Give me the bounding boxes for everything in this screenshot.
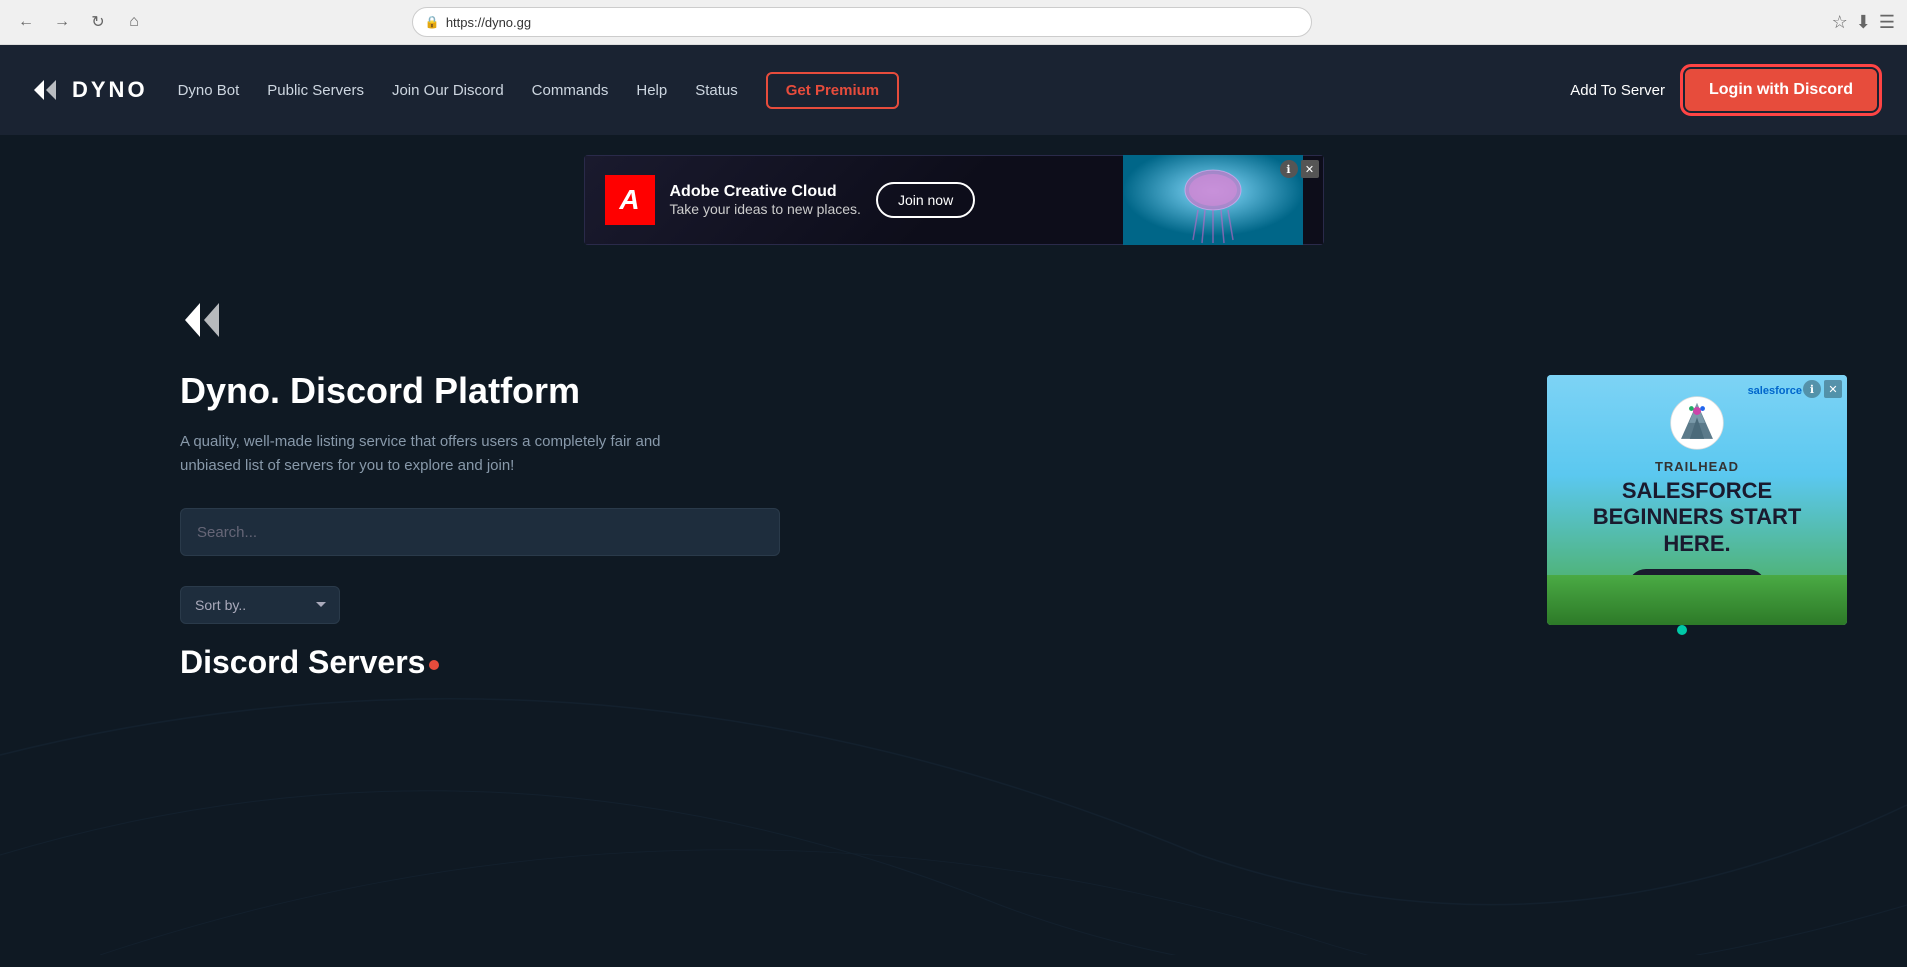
- discord-servers-section: Discord Servers: [0, 644, 1907, 681]
- sort-container: Sort by.. Most Members Newest Oldest Mos…: [180, 586, 1727, 624]
- pocket-icon[interactable]: ⬇: [1856, 12, 1871, 33]
- forward-button[interactable]: →: [48, 8, 76, 36]
- lock-icon: 🔒: [425, 15, 440, 29]
- right-ad-close-button[interactable]: ✕: [1824, 380, 1842, 398]
- nav-help[interactable]: Help: [636, 82, 667, 99]
- menu-icon[interactable]: ☰: [1879, 12, 1895, 33]
- nav-dyno-bot[interactable]: Dyno Bot: [178, 82, 240, 99]
- home-button[interactable]: ⌂: [120, 8, 148, 36]
- nav-commands[interactable]: Commands: [532, 82, 609, 99]
- url-text: https://dyno.gg: [446, 15, 531, 30]
- ad-banner-inner: A Adobe Creative Cloud Take your ideas t…: [584, 155, 1324, 245]
- logo[interactable]: DYNO: [30, 74, 148, 106]
- address-bar[interactable]: 🔒 https://dyno.gg: [412, 7, 1312, 37]
- right-ad-headline: SALESFORCE BEGINNERS START HERE.: [1567, 478, 1827, 557]
- refresh-button[interactable]: ↻: [84, 8, 112, 36]
- nav-join-discord[interactable]: Join Our Discord: [392, 82, 504, 99]
- login-button[interactable]: Login with Discord: [1685, 69, 1877, 111]
- adobe-logo-icon: A: [605, 175, 655, 225]
- discord-servers-heading: Discord Servers: [180, 644, 1727, 681]
- right-ad-salesforce: ℹ ✕ salesforce TRAILHEAD SALESFORCE BEGI…: [1547, 375, 1847, 625]
- hero-subtitle: A quality, well-made listing service tha…: [180, 430, 700, 478]
- add-to-server-link[interactable]: Add To Server: [1570, 82, 1665, 99]
- hero-title: Dyno. Discord Platform: [180, 370, 1727, 412]
- trailhead-icon: [1662, 395, 1732, 451]
- trailhead-brand-text: TRAILHEAD: [1655, 459, 1739, 474]
- main-content: A Adobe Creative Cloud Take your ideas t…: [0, 135, 1907, 955]
- ad-info-button[interactable]: ℹ: [1280, 160, 1298, 178]
- search-input[interactable]: [180, 508, 780, 556]
- navbar: DYNO Dyno Bot Public Servers Join Our Di…: [0, 45, 1907, 135]
- ad-subtitle: Take your ideas to new places.: [670, 201, 861, 217]
- teal-dot-decoration: [1677, 625, 1687, 635]
- bookmark-icon[interactable]: ☆: [1832, 12, 1848, 33]
- premium-button[interactable]: Get Premium: [766, 72, 899, 109]
- ad-adobe-left: A Adobe Creative Cloud Take your ideas t…: [605, 175, 976, 225]
- right-ad-info-button[interactable]: ℹ: [1803, 380, 1821, 398]
- browser-chrome: ← → ↻ ⌂ 🔒 https://dyno.gg ☆ ⬇ ☰: [0, 0, 1907, 45]
- ad-adobe-text: Adobe Creative Cloud Take your ideas to …: [670, 183, 861, 217]
- red-dot-decoration: [429, 660, 439, 670]
- ad-banner-adobe: A Adobe Creative Cloud Take your ideas t…: [584, 155, 1324, 245]
- right-ad-bottom-decoration: [1547, 575, 1847, 625]
- ad-jellyfish-image: [1123, 155, 1303, 245]
- discord-servers-heading-text: Discord Servers: [180, 644, 425, 680]
- ad-title: Adobe Creative Cloud: [670, 183, 861, 201]
- nav-links: Dyno Bot Public Servers Join Our Discord…: [178, 72, 1571, 109]
- dyno-logo-icon: [30, 74, 62, 106]
- hero-dyno-icon: [180, 295, 230, 345]
- sort-select[interactable]: Sort by.. Most Members Newest Oldest Mos…: [180, 586, 340, 624]
- nav-public-servers[interactable]: Public Servers: [267, 82, 364, 99]
- salesforce-logo-text: salesforce: [1748, 385, 1802, 397]
- ad-close-button[interactable]: ✕: [1301, 160, 1319, 178]
- logo-text: DYNO: [72, 77, 148, 103]
- nav-right: Add To Server Login with Discord: [1570, 69, 1877, 111]
- back-button[interactable]: ←: [12, 8, 40, 36]
- ad-join-button[interactable]: Join now: [876, 182, 975, 218]
- browser-icons: ☆ ⬇ ☰: [1832, 12, 1895, 33]
- nav-status[interactable]: Status: [695, 82, 738, 99]
